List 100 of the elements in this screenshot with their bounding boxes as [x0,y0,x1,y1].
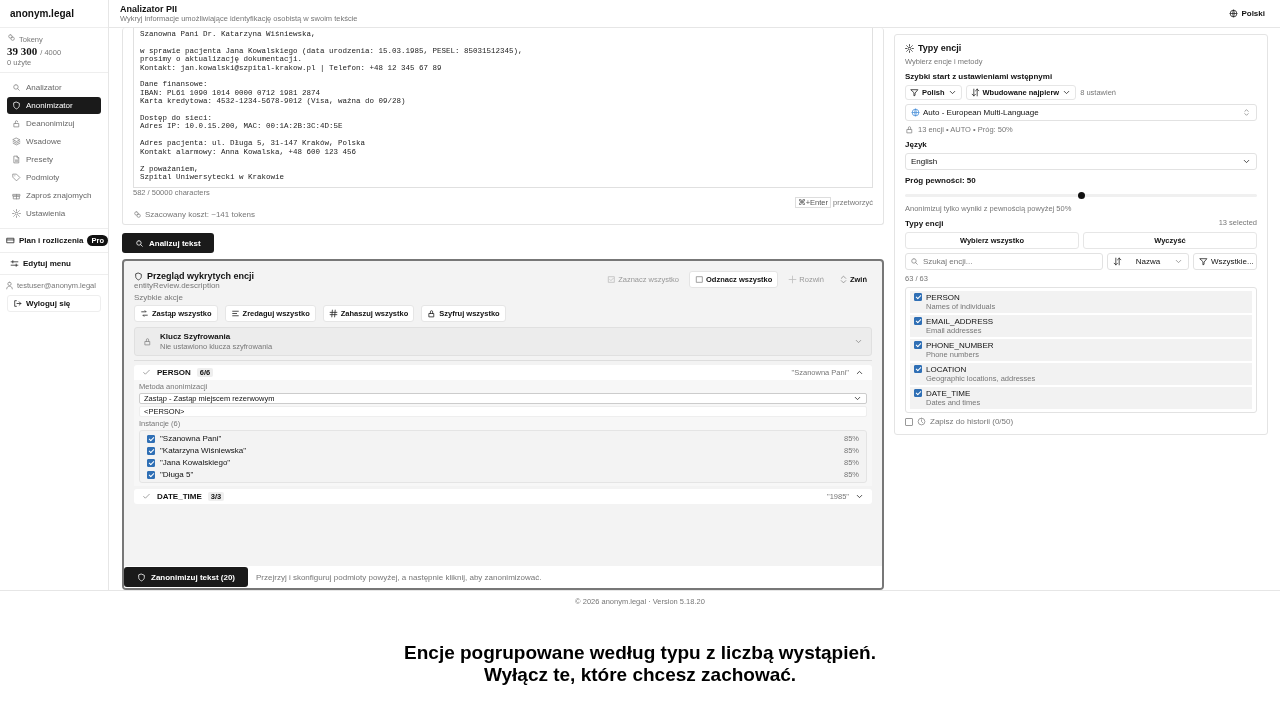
entity-checkbox[interactable] [914,341,922,349]
sort-icon [970,88,980,97]
square-icon [695,275,705,284]
expand-icon [788,275,798,284]
nav-item[interactable]: Presety [7,151,101,168]
language-label: Język [905,140,928,149]
instance-text: "Jana Kowalskiego" [160,458,232,467]
gear-icon [905,43,914,53]
chevron-down-icon [947,88,957,97]
lock-icon [905,125,914,134]
shield-icon [137,572,146,582]
nav-item[interactable]: Zaproś znajomych [7,187,101,204]
nav-item[interactable]: Analizator [7,79,101,96]
review-description: entityReview.description [134,281,221,290]
nav-item[interactable]: Wsadowe [7,133,101,150]
analyze-button[interactable]: Analizuj tekst [122,233,214,253]
instance-checkbox[interactable] [147,434,155,443]
instance-text: "Szanowna Pani" [160,434,223,443]
quick-actions-label: Szybkie akcje [134,293,184,302]
redact-icon [230,309,240,318]
nav-item[interactable]: Deanonimizuj [7,115,101,132]
gear-icon [12,209,21,218]
filter-icon [910,88,919,97]
anonymize-button[interactable]: Zanonimizuj tekst (20) [124,567,248,587]
sliders-icon [10,259,19,268]
logout-button[interactable]: Wyloguj się [7,295,101,312]
layers-icon [12,137,21,146]
filter-icon [1199,257,1208,266]
updown-icon [1242,108,1251,117]
chevron-down-icon [1174,257,1183,266]
chevron-down-icon [1062,88,1072,97]
encryption-title: Klucz Szyfrowania [160,332,232,341]
entity-type: DATE_TIME [157,492,202,501]
entity-name: PERSON [926,293,961,302]
slider-thumb[interactable] [1077,192,1085,199]
cost-estimate: Szacowany koszt: ~141 tokens [145,210,256,219]
category-select[interactable]: Wszystkie... [1193,253,1257,270]
card-icon [6,236,15,245]
threshold-label: Próg pewności: 50 [905,176,977,185]
page-title: Analizator PII [120,4,178,14]
history-label: Zapisz do historii (0/50) [930,417,1014,426]
tokens-value: 39 300 [7,45,38,57]
review-title: Przegląd wykrytych encji [147,271,255,281]
language-link[interactable]: Polski [1229,9,1265,18]
search-icon [12,83,21,92]
document-icon [12,155,21,164]
entity-name: DATE_TIME [926,389,972,398]
preset-label: Szybki start z ustawieniami wstępnymi [905,72,1054,81]
entity-name: EMAIL_ADDRESS [926,317,994,326]
entity-name: PHONE_NUMBER [926,341,994,350]
chevron-down-icon [1242,157,1251,166]
entity-types-title: Typy encji [918,43,962,53]
entity-checkbox[interactable] [914,293,922,301]
entity-checkbox[interactable] [914,389,922,397]
search-icon [910,257,919,266]
gift-icon [12,191,21,200]
replace-icon [140,309,149,318]
instance-text: "Katarzyna Wiśniewska" [160,446,248,455]
unlock-icon [12,119,21,128]
nav-item[interactable]: Ustawienia [7,205,101,222]
chevron-down-icon [853,394,862,403]
lock-icon [427,309,437,318]
instance-checkbox[interactable] [147,446,155,455]
shield-icon [134,271,143,281]
instance-text: "Długa 5" [160,470,195,479]
nav-item[interactable]: Podmioty [7,169,101,186]
hash-icon [328,309,338,318]
instance-checkbox[interactable] [147,458,155,467]
entity-type: PERSON [157,368,191,377]
checkbox-icon [607,275,617,284]
shield-icon [12,101,21,110]
globe-icon [1229,9,1239,18]
sort-select[interactable]: Nazwa [1107,253,1189,270]
user-icon [5,281,14,290]
collapse-icon [838,275,848,284]
chevron-down-icon [854,337,863,346]
plan-link[interactable]: Plan i rozliczenia [19,236,84,245]
edit-menu-link[interactable]: Edytuj menu [0,253,108,275]
sort-icon [1113,257,1122,266]
lock-icon [143,337,152,346]
search-icon [135,238,144,248]
search-field[interactable]: Szukaj encji... [905,253,1103,270]
entity-checkbox[interactable] [914,365,922,373]
nav-item[interactable]: Anonimizator [7,97,101,114]
preset-select[interactable]: Auto - European Multi-Language [905,104,1257,121]
entity-name: LOCATION [926,365,968,374]
entity-types-label: Typy encji [905,219,944,228]
app-logo[interactable]: anonym.legal [0,0,108,28]
tag-icon [12,173,21,182]
globe-icon [911,108,920,117]
logout-icon [13,299,22,308]
history-checkbox[interactable] [905,417,913,426]
instance-checkbox[interactable] [147,470,155,479]
language-select[interactable]: English [905,153,1257,170]
check-icon [142,368,151,377]
chevron-icon [855,492,864,501]
entity-checkbox[interactable] [914,317,922,325]
clock-icon [917,417,926,426]
chevron-icon [855,368,864,377]
check-icon [142,492,151,501]
